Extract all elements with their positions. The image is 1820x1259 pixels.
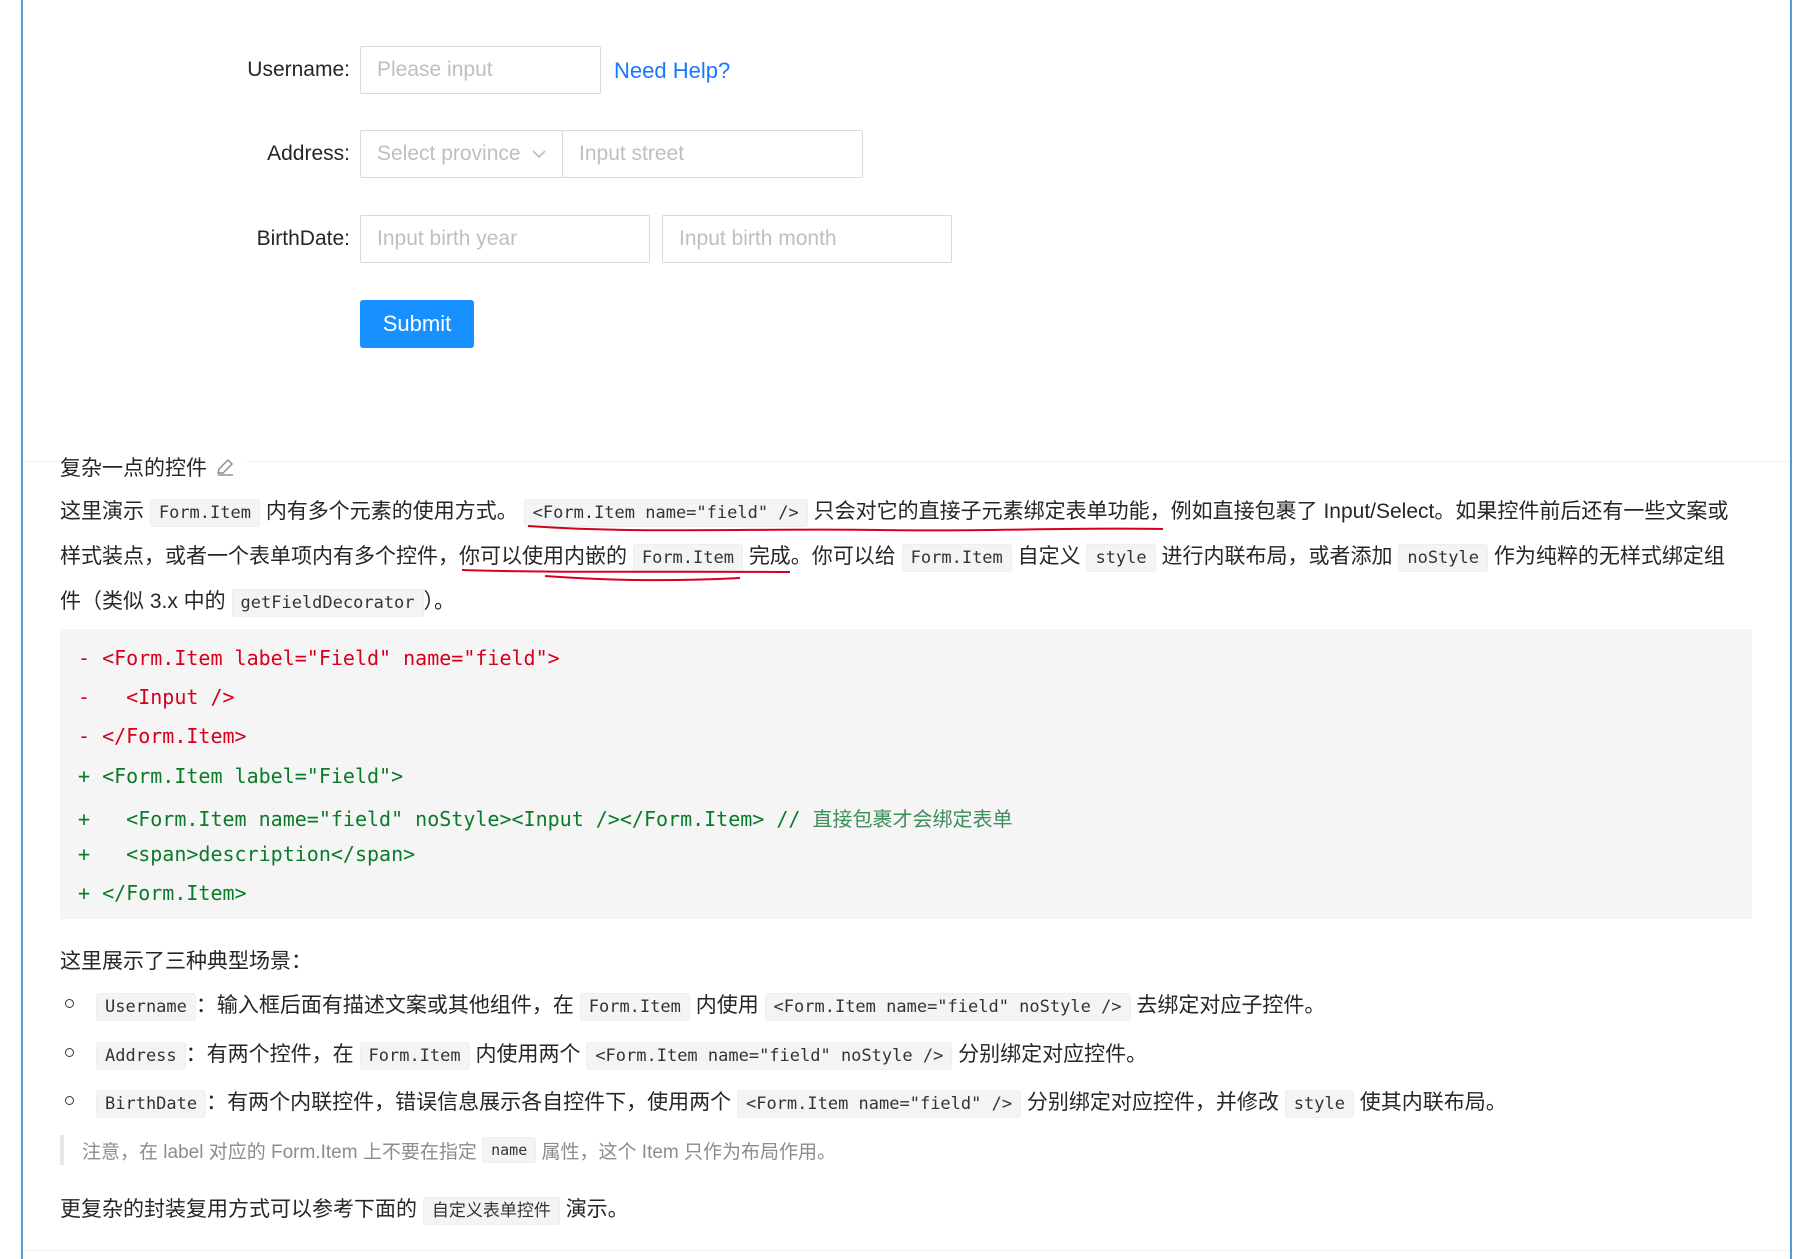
code-comment: 直接包裹才会绑定表单 [812, 807, 1013, 831]
inline-code: <Form.Item name="field" noStyle /> [764, 993, 1131, 1021]
code-line: + <Form.Item label="Field"> [78, 764, 404, 788]
list-bullet [65, 999, 74, 1008]
code-line: + </Form.Item> [78, 881, 247, 905]
bottom-divider [23, 1250, 1789, 1251]
inline-code: <Form.Item name="field" noStyle /> [586, 1042, 953, 1070]
list-item: Address ：有两个控件，在 Form.Item 内使用两个 <Form.It… [96, 1038, 1147, 1070]
list-bullet [65, 1096, 74, 1105]
inline-code: Form.Item [579, 993, 690, 1021]
inline-code: <Form.Item name="field" /> [736, 1090, 1022, 1118]
inline-code: BirthDate [96, 1090, 207, 1118]
custom-form-control-link[interactable]: 自定义表单控件 [422, 1197, 560, 1225]
inline-code: name [482, 1137, 537, 1163]
code-line: + <Form.Item name="field" noStyle><Input… [78, 807, 1013, 831]
code-line: - <Input /> [78, 685, 235, 709]
code-block: - <Form.Item label="Field" name="field">… [60, 629, 1752, 919]
inline-code: Address [96, 1042, 186, 1070]
code-line: - </Form.Item> [78, 724, 247, 748]
inline-code: style [1284, 1090, 1354, 1118]
code-line: + <span>description</span> [78, 842, 416, 866]
list-bullet [65, 1048, 74, 1057]
footer-paragraph: 更复杂的封装复用方式可以参考下面的 自定义表单控件 演示。 [60, 1188, 629, 1233]
list-item: BirthDate ：有两个内联控件，错误信息展示各自控件下，使用两个 <Form… [96, 1086, 1507, 1118]
scenes-intro: 这里展示了三种典型场景： [60, 950, 312, 973]
code-line: - <Form.Item label="Field" name="field"> [78, 646, 560, 670]
inline-code: Username [96, 993, 196, 1021]
note-blockquote: 注意，在 label 对应的 Form.Item 上不要在指定 name 属性，… [60, 1135, 836, 1165]
list-item: Username ：输入框后面有描述文案或其他组件，在 Form.Item 内使用… [96, 989, 1325, 1021]
inline-code: Form.Item [359, 1042, 470, 1070]
